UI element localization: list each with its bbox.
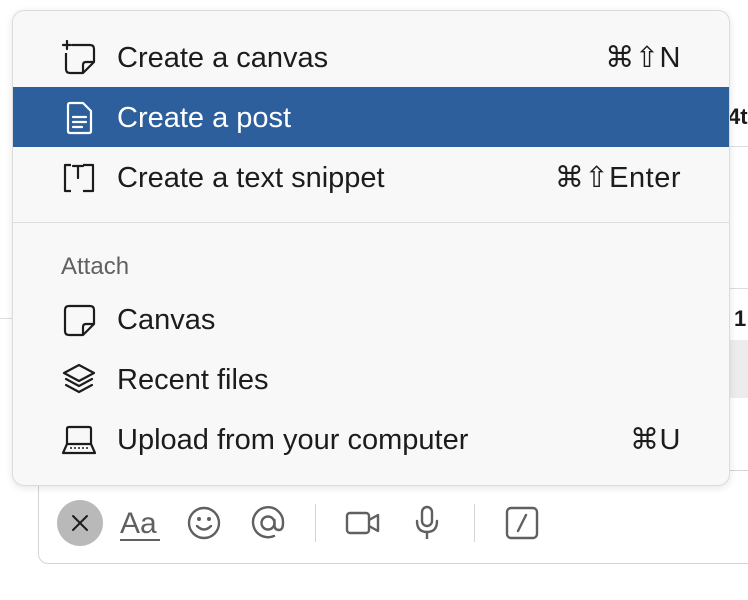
menu-item-label: Create a post [117,102,292,134]
menu-item-attach-canvas[interactable]: Canvas [13,289,729,349]
svg-text:Aa: Aa [120,507,157,540]
background-divider [728,146,748,147]
menu-item-create-canvas[interactable]: Create a canvas ⌘⇧N [13,27,729,87]
emoji-icon [187,506,221,540]
canvas-icon [63,304,96,337]
background-divider [728,288,748,289]
toolbar-divider [474,504,475,542]
attach-menu: Create a canvas ⌘⇧N Create a post Create… [12,10,730,486]
video-icon [345,511,380,535]
video-clip-button[interactable] [340,500,386,546]
snippet-icon [63,163,95,193]
emoji-button[interactable] [181,500,227,546]
keyboard-shortcut: ⌘⇧N [605,42,681,74]
laptop-icon [61,425,97,455]
slash-command-button[interactable] [499,500,545,546]
mention-icon [251,506,285,539]
canvas-plus-icon [61,40,96,75]
microphone-icon [415,505,439,539]
menu-item-label: Upload from your computer [117,424,469,456]
menu-item-upload-from-computer[interactable]: Upload from your computer ⌘U [13,409,729,469]
attach-section-title: Attach [61,253,130,280]
keyboard-shortcut: ⌘⇧Enter [554,162,681,194]
text-format-icon: Aa [120,507,160,541]
menu-divider [13,222,729,223]
keyboard-shortcut: ⌘U [630,424,681,456]
background-highlight [728,340,748,398]
post-icon [66,101,93,135]
text-format-button[interactable]: Aa [117,500,163,546]
slash-command-icon [505,506,539,540]
menu-item-create-text-snippet[interactable]: Create a text snippet ⌘⇧Enter [13,147,729,207]
mention-button[interactable] [245,500,291,546]
close-attach-menu-button[interactable] [57,500,103,546]
menu-item-label: Create a canvas [117,42,329,74]
audio-clip-button[interactable] [404,500,450,546]
background-divider [0,318,12,319]
menu-item-label: Canvas [117,304,216,336]
composer-toolbar: Aa [57,499,563,547]
menu-item-label: Create a text snippet [117,162,385,194]
toolbar-divider [315,504,316,542]
background-message-fragment: 1 [734,306,747,331]
close-icon [72,515,88,531]
menu-item-create-post[interactable]: Create a post [13,87,729,147]
layers-icon [62,363,96,394]
menu-item-recent-files[interactable]: Recent files [13,349,729,409]
menu-item-label: Recent files [117,364,269,396]
background-message-fragment: 4t [728,104,748,129]
